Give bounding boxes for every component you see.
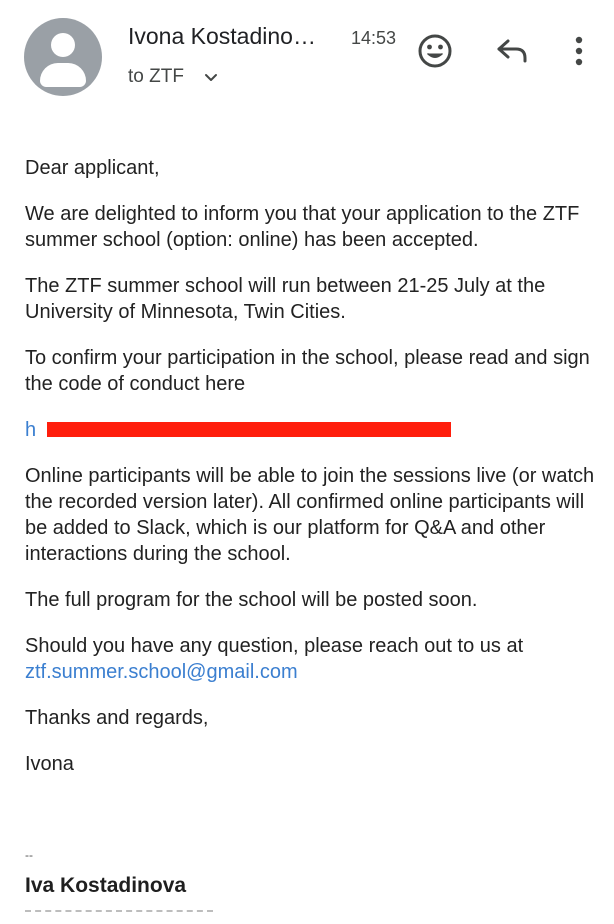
message-time: 14:53 — [351, 28, 397, 48]
signoff-text: Ivona — [25, 753, 74, 775]
email-link[interactable]: ztf.summer.school@gmail.com — [25, 661, 298, 683]
closing-text: Thanks and regards, — [25, 707, 209, 729]
chevron-down-icon[interactable] — [203, 70, 219, 91]
reply-button[interactable] — [490, 30, 536, 76]
signature-block: -- Iva Kostadinova — [25, 848, 600, 912]
sender-name[interactable]: Ivona Kostadino… — [128, 23, 338, 50]
online-participants-paragraph: Online participants will be able to join… — [25, 465, 595, 565]
dates-paragraph: The ZTF summer school will run between 2… — [25, 275, 546, 323]
signature-name: Iva Kostadinova — [25, 874, 187, 897]
recipient-label[interactable]: to ZTF — [128, 66, 184, 88]
sender-avatar[interactable] — [24, 18, 102, 96]
redaction-bar — [47, 422, 451, 437]
avatar-shoulders-shape — [40, 63, 86, 87]
email-body: Dear applicant, We are delighted to info… — [25, 155, 600, 797]
confirm-paragraph: To confirm your participation in the sch… — [25, 347, 590, 395]
acceptance-paragraph: We are delighted to inform you that your… — [25, 203, 580, 251]
code-of-conduct-link[interactable]: h — [25, 417, 36, 443]
emoji-icon — [417, 33, 453, 74]
greeting-text: Dear applicant, — [25, 157, 160, 179]
more-vert-icon — [575, 36, 583, 71]
email-header: Ivona Kostadino… 14:53 to ZTF — [0, 0, 614, 110]
contact-paragraph: Should you have any question, please rea… — [25, 633, 600, 685]
emoji-button[interactable] — [412, 30, 458, 76]
avatar-head-shape — [51, 33, 75, 57]
reply-icon — [496, 37, 530, 70]
program-paragraph: The full program for the school will be … — [25, 589, 478, 611]
contact-text: Should you have any question, please rea… — [25, 635, 524, 657]
signature-dashed-rule — [25, 910, 213, 912]
signature-separator: -- — [25, 848, 33, 862]
code-of-conduct-link-row[interactable]: h — [25, 417, 600, 443]
more-options-button[interactable] — [556, 30, 602, 76]
